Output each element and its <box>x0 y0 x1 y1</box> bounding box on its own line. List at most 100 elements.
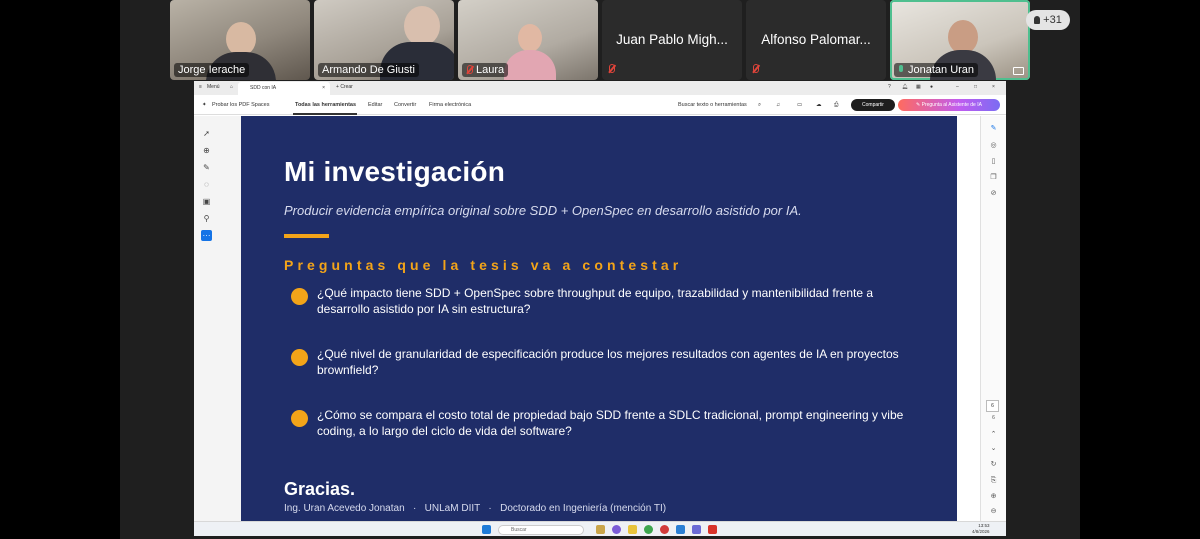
participant-name: Alfonso Palomar... <box>761 32 871 47</box>
people-icon <box>1034 16 1041 24</box>
select-cursor-icon[interactable]: ➚ <box>201 128 212 139</box>
save-icon[interactable]: ⎘ <box>989 476 998 485</box>
bullet-dot <box>291 288 308 305</box>
windows-start-icon[interactable] <box>482 525 491 534</box>
participant-tile[interactable]: Jorge Ierache <box>170 0 310 80</box>
mic-active-icon <box>898 65 905 75</box>
ai-assistant-button[interactable]: ✎ Pregunta al Asistente de IA <box>898 99 1000 111</box>
participant-name-label: Armando De Giusti <box>318 63 419 77</box>
widgets-icon[interactable] <box>596 525 605 534</box>
refresh-icon[interactable]: ↻ <box>989 460 998 469</box>
search-icon[interactable]: ⌕ <box>758 102 761 109</box>
ai-panel-icon[interactable]: ✎ <box>989 124 998 133</box>
pen-icon[interactable]: ✎ <box>201 162 212 173</box>
pdf-spaces-link[interactable]: Probar los PDF Spaces <box>212 102 269 108</box>
pdf-spaces-icon: ✦ <box>202 102 207 108</box>
participant-body <box>504 50 556 80</box>
participant-tile[interactable]: Alfonso Palomar... <box>746 0 886 80</box>
file-explorer-icon[interactable] <box>628 525 637 534</box>
maximize-icon[interactable]: □ <box>974 84 977 90</box>
mic-muted-icon <box>608 64 615 74</box>
tab-title: SDD con IA <box>250 85 277 91</box>
zoom-icon[interactable]: ⊕ <box>201 145 212 156</box>
question-item: ¿Qué impacto tiene SDD + OpenSpec sobre … <box>317 286 874 316</box>
participant-tile[interactable]: Juan Pablo Migh... <box>602 0 742 80</box>
more-participants-button[interactable]: +31 <box>1026 10 1070 30</box>
cloud-upload-icon[interactable]: ☁ <box>816 102 822 108</box>
attachment-icon[interactable]: ⊘ <box>989 189 998 198</box>
help-icon[interactable]: ? <box>888 84 891 90</box>
chrome-icon[interactable] <box>644 525 653 534</box>
menu-icon[interactable]: ≡ <box>199 84 202 90</box>
slide-subtitle: Producir evidencia empírica original sob… <box>284 203 802 218</box>
participant-name-label: Laura <box>462 63 509 77</box>
participant-face <box>948 20 978 54</box>
tab-all-tools[interactable]: Todas las herramientas <box>295 102 356 108</box>
teams-icon[interactable] <box>612 525 621 534</box>
zoom-in-icon[interactable]: ⊕ <box>989 492 998 501</box>
headphones-icon[interactable]: ♫ <box>776 102 780 108</box>
pages-icon[interactable]: ❐ <box>989 173 998 182</box>
participant-name: Juan Pablo Migh... <box>616 32 728 47</box>
participant-face <box>226 22 256 56</box>
acrobat-toolbar: ✦ Probar los PDF Spaces Todas las herram… <box>194 96 1006 115</box>
participant-tile-active-speaker[interactable]: Jonatan Uran <box>890 0 1030 80</box>
screen-share-icon <box>1013 67 1024 75</box>
comment-icon[interactable]: ▭ <box>797 102 802 108</box>
total-pages: 6 <box>992 415 995 421</box>
acrobat-icon[interactable] <box>708 525 717 534</box>
bookmark-icon[interactable]: ▯ <box>989 157 998 166</box>
new-tab-button[interactable]: + Crear <box>336 84 353 90</box>
stamp-icon[interactable]: ⚲ <box>201 213 212 224</box>
vscode-icon[interactable] <box>676 525 685 534</box>
left-letterbox <box>0 0 120 539</box>
notifications-icon[interactable]: 🔔︎ <box>902 84 908 90</box>
question-item: ¿Qué nivel de granularidad de especifica… <box>317 347 899 377</box>
thanks-heading: Gracias. <box>284 479 356 499</box>
participant-tile[interactable]: Armando De Giusti <box>314 0 454 80</box>
mic-muted-icon <box>752 64 759 74</box>
home-icon[interactable]: ⌂ <box>230 84 233 90</box>
tab-convert[interactable]: Convertir <box>394 102 416 108</box>
current-page-field[interactable]: 6 <box>986 400 999 412</box>
text-box-icon[interactable]: ▣ <box>201 196 212 207</box>
lasso-icon[interactable]: ◌ <box>201 179 212 190</box>
participant-tile[interactable]: Laura <box>458 0 598 80</box>
search-tools-input[interactable]: Buscar texto o herramientas <box>678 102 747 108</box>
mic-muted-icon <box>466 65 473 75</box>
tab-active[interactable]: SDD con IA × <box>238 82 330 95</box>
presentation-slide: Mi investigación Producir evidencia empí… <box>241 116 957 521</box>
minimize-icon[interactable]: – <box>956 84 959 90</box>
close-tab-icon[interactable]: × <box>322 85 325 91</box>
close-window-icon[interactable]: × <box>992 84 995 90</box>
bullet-dot <box>291 410 308 427</box>
print-icon[interactable]: ⎙ <box>834 102 838 109</box>
app-icon[interactable] <box>692 525 701 534</box>
page-down-icon[interactable]: ⌄ <box>989 444 998 453</box>
participant-face <box>404 6 440 46</box>
taskbar-search-input[interactable]: Buscar <box>498 525 584 535</box>
share-button[interactable]: Compartir <box>851 99 895 111</box>
opera-icon[interactable] <box>660 525 669 534</box>
slide-title: Mi investigación <box>284 156 506 187</box>
active-tab-indicator <box>293 113 357 115</box>
participant-name-label: Jorge Ierache <box>174 63 250 77</box>
browser-tab-bar: ≡ Menú ⌂ SDD con IA × + Crear ? 🔔︎ ▦ ● –… <box>194 81 1006 95</box>
more-tools-icon[interactable]: ··· <box>201 230 212 241</box>
participant-face <box>518 24 542 52</box>
comments-icon[interactable]: ◎ <box>989 141 998 150</box>
left-tools-rail: ➚ ⊕ ✎ ◌ ▣ ⚲ ··· <box>194 116 241 521</box>
apps-icon[interactable]: ▦ <box>916 84 921 90</box>
questions-heading: Preguntas que la tesis va a contestar <box>284 257 683 273</box>
system-clock: 13:53 4/8/2026 <box>972 523 990 534</box>
question-item: ¿Cómo se compara el costo total de propi… <box>317 408 904 438</box>
avatar[interactable]: ● <box>930 84 933 90</box>
tab-esign[interactable]: Firma electrónica <box>429 102 471 108</box>
meeting-screen: Jorge Ierache Armando De Giusti Laura Ju… <box>0 0 1200 539</box>
page-up-icon[interactable]: ⌃ <box>989 430 998 439</box>
bullet-dot <box>291 349 308 366</box>
participant-name-label: Jonatan Uran <box>894 63 979 77</box>
menu-button[interactable]: Menú <box>207 84 220 90</box>
tab-edit[interactable]: Editar <box>368 102 382 108</box>
zoom-out-icon[interactable]: ⊖ <box>989 507 998 516</box>
